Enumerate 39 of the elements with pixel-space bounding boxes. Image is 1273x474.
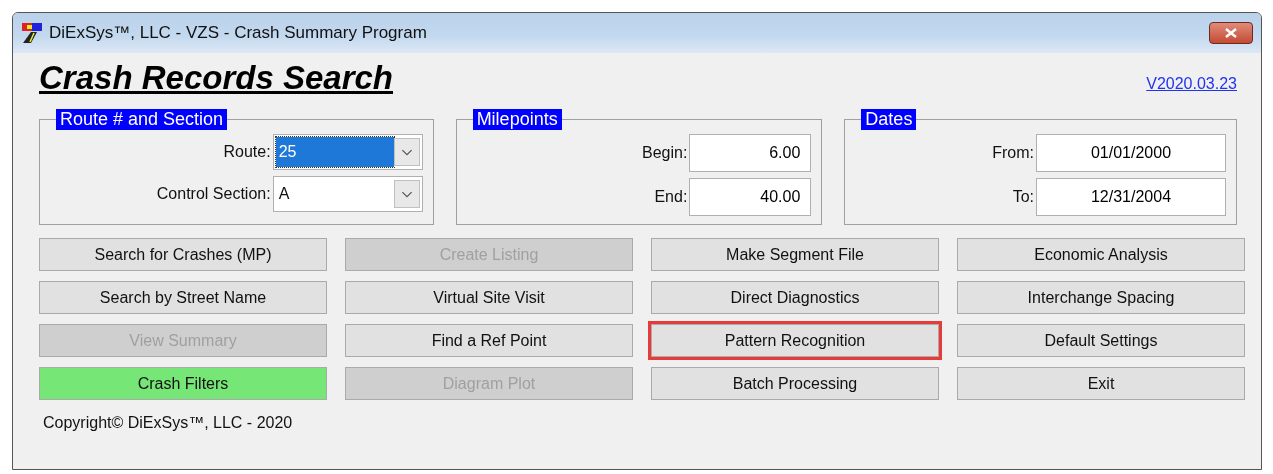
chevron-down-icon: [393, 180, 420, 208]
action-button[interactable]: Exit: [957, 367, 1245, 400]
app-logo-icon: [21, 22, 43, 44]
dropdown-value: 25: [275, 137, 394, 167]
action-button[interactable]: Default Settings: [957, 324, 1245, 357]
window-title: DiExSys™, LLC - VZS - Crash Summary Program: [49, 23, 428, 43]
input-field[interactable]: 40.00: [689, 178, 812, 216]
action-button[interactable]: Search for Crashes (MP): [39, 238, 327, 271]
input-field[interactable]: 12/31/2004: [1036, 178, 1226, 216]
action-button[interactable]: Economic Analysis: [957, 238, 1245, 271]
action-button[interactable]: Search by Street Name: [39, 281, 327, 314]
input-field[interactable]: 01/01/2000: [1036, 134, 1226, 172]
version-link[interactable]: V2020.03.23: [1146, 75, 1237, 93]
dropdown-field[interactable]: 25: [272, 134, 423, 170]
action-button[interactable]: Virtual Site Visit: [345, 281, 633, 314]
field-label: Begin:: [642, 144, 688, 162]
dropdown-field[interactable]: A: [272, 176, 423, 212]
dropdown-value: A: [277, 184, 291, 204]
action-button[interactable]: Find a Ref Point: [345, 324, 633, 357]
page-heading: Crash Records Search: [39, 59, 393, 97]
action-button[interactable]: Crash Filters: [39, 367, 327, 400]
field-label: From:: [992, 144, 1034, 162]
group-title: Milepoints: [472, 109, 562, 130]
action-button[interactable]: Batch Processing: [651, 367, 939, 400]
copyright-text: Copyright© DiExSys™, LLC - 2020: [43, 414, 294, 432]
field-label: Control Section:: [156, 185, 271, 203]
field-label: To:: [1012, 188, 1034, 206]
action-button[interactable]: Interchange Spacing: [957, 281, 1245, 314]
action-button[interactable]: Pattern Recognition: [651, 324, 939, 357]
field-label: Route:: [223, 143, 271, 161]
chevron-down-icon: [393, 138, 420, 166]
close-icon: [1225, 28, 1237, 38]
action-button[interactable]: Direct Diagnostics: [651, 281, 939, 314]
input-field[interactable]: 6.00: [689, 134, 812, 172]
group-title: Dates: [861, 109, 917, 130]
close-button[interactable]: [1209, 22, 1253, 44]
field-label: End:: [654, 188, 688, 206]
action-button[interactable]: Make Segment File: [651, 238, 939, 271]
group-title: Route # and Section: [56, 109, 228, 130]
